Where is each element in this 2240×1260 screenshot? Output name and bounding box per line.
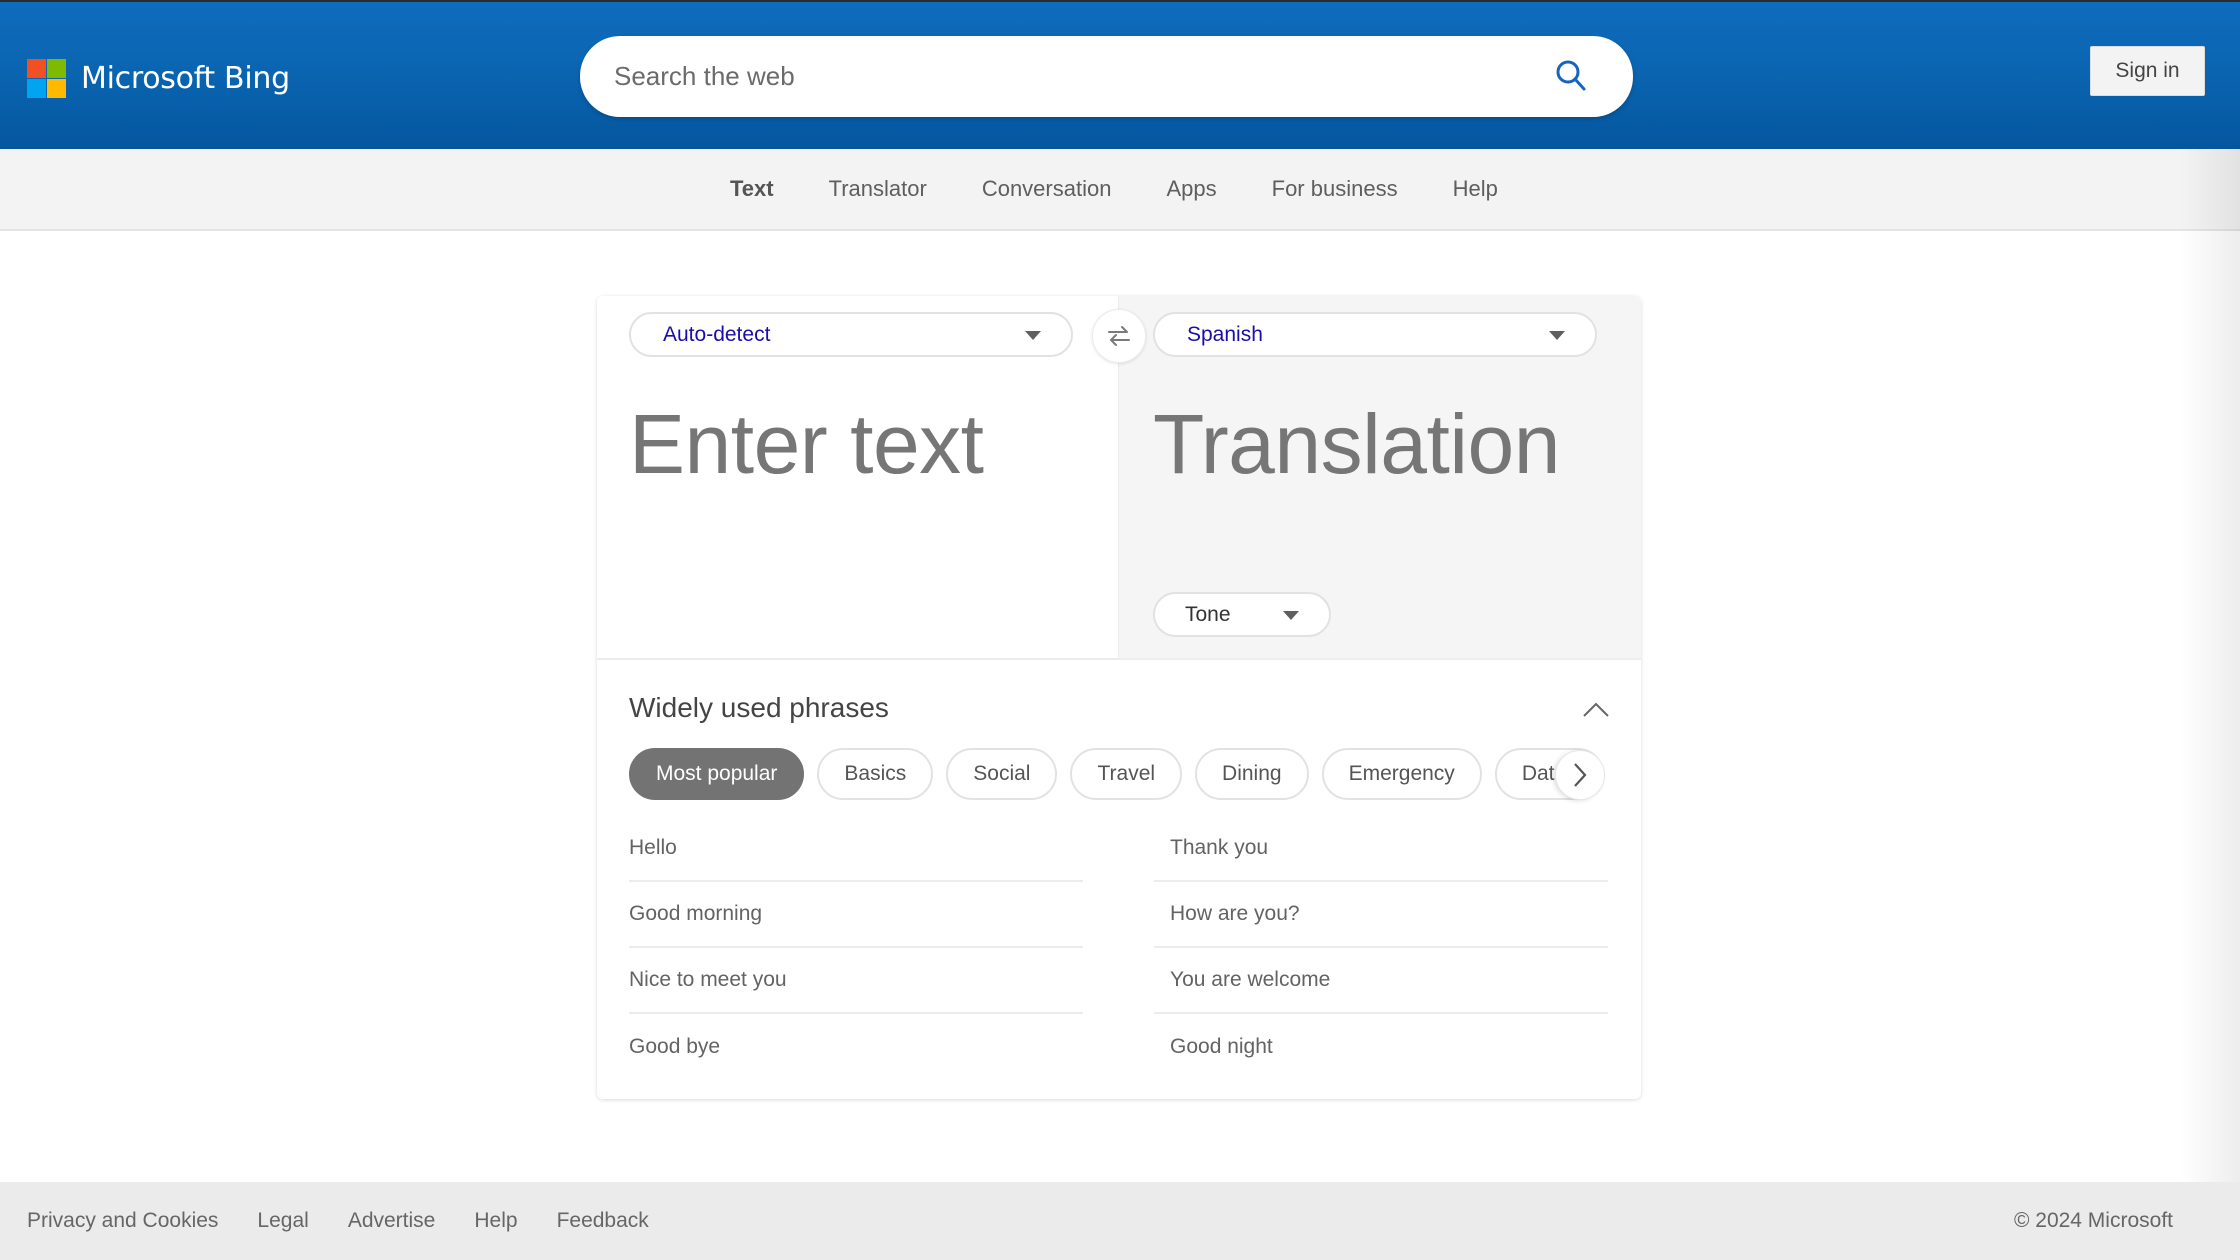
page-edge-shadow [2180, 149, 2240, 1260]
swap-arrows-icon [1108, 326, 1130, 346]
footer-link-legal[interactable]: Legal [257, 1209, 308, 1233]
brand-name: Microsoft Bing [81, 61, 290, 96]
sign-in-button[interactable]: Sign in [2090, 46, 2205, 96]
nav-tab-for-business[interactable]: For business [1272, 176, 1398, 202]
search-input[interactable] [614, 36, 1514, 117]
footer-link-help[interactable]: Help [474, 1209, 517, 1233]
swap-languages-button[interactable] [1092, 309, 1146, 363]
category-dining[interactable]: Dining [1195, 748, 1309, 800]
source-language-select[interactable]: Auto-detect [629, 312, 1073, 357]
footer: Privacy and Cookies Legal Advertise Help… [0, 1182, 2240, 1260]
footer-link-advertise[interactable]: Advertise [348, 1209, 436, 1233]
phrase-list-right: Thank you How are you? You are welcome G… [1154, 816, 1608, 1080]
category-travel[interactable]: Travel [1070, 748, 1183, 800]
caret-down-icon [1025, 331, 1041, 340]
nav-tab-translator[interactable]: Translator [829, 176, 927, 202]
tone-select[interactable]: Tone [1153, 592, 1331, 637]
copyright-text: © 2024 Microsoft [2013, 1209, 2173, 1232]
footer-link-privacy[interactable]: Privacy and Cookies [27, 1209, 218, 1233]
chevron-up-icon[interactable] [1580, 694, 1612, 726]
phrase-item[interactable]: Good bye [629, 1014, 1083, 1080]
search-icon[interactable] [1552, 56, 1592, 96]
phrase-item[interactable]: Good night [1154, 1014, 1608, 1080]
category-social[interactable]: Social [946, 748, 1058, 800]
header-bar: Microsoft Bing Sign in [0, 0, 2240, 149]
caret-down-icon [1549, 331, 1565, 340]
nav-tab-conversation[interactable]: Conversation [982, 176, 1112, 202]
nav-tab-help[interactable]: Help [1453, 176, 1498, 202]
target-language-label: Spanish [1187, 322, 1263, 346]
source-pane: Auto-detect Enter text [597, 296, 1119, 660]
translator-nav: Text Translator Conversation Apps For bu… [0, 149, 2240, 231]
phrase-category-tabs: Most popular Basics Social Travel Dining… [629, 748, 1609, 800]
search-box [580, 36, 1633, 117]
phrase-list-left: Hello Good morning Nice to meet you Good… [629, 816, 1083, 1080]
phrase-item[interactable]: Good morning [629, 882, 1083, 948]
phrases-section-title: Widely used phrases [629, 692, 889, 723]
phrase-item[interactable]: Thank you [1154, 816, 1608, 882]
translation-output: Translation [1153, 397, 1560, 491]
translator-card: Auto-detect Enter text Spanish Translati… [597, 296, 1641, 1099]
category-basics[interactable]: Basics [817, 748, 934, 800]
phrase-item[interactable]: Nice to meet you [629, 948, 1083, 1014]
categories-next-button[interactable] [1555, 750, 1605, 800]
nav-tab-apps[interactable]: Apps [1166, 176, 1216, 202]
source-text-input[interactable]: Enter text [629, 396, 984, 493]
chevron-right-icon [1574, 763, 1587, 787]
category-emergency[interactable]: Emergency [1321, 748, 1482, 800]
target-language-select[interactable]: Spanish [1153, 312, 1597, 357]
target-pane: Spanish Translation Tone [1119, 296, 1641, 660]
bing-logo[interactable]: Microsoft Bing [27, 59, 290, 98]
microsoft-logo-icon [27, 59, 66, 98]
phrase-item[interactable]: You are welcome [1154, 948, 1608, 1014]
footer-link-feedback[interactable]: Feedback [557, 1209, 649, 1233]
phrase-item[interactable]: How are you? [1154, 882, 1608, 948]
phrase-item[interactable]: Hello [629, 816, 1083, 882]
category-most-popular[interactable]: Most popular [629, 748, 805, 800]
source-language-label: Auto-detect [663, 322, 771, 346]
tone-label: Tone [1185, 602, 1231, 626]
nav-tab-text[interactable]: Text [730, 176, 774, 202]
caret-down-icon [1283, 611, 1299, 620]
